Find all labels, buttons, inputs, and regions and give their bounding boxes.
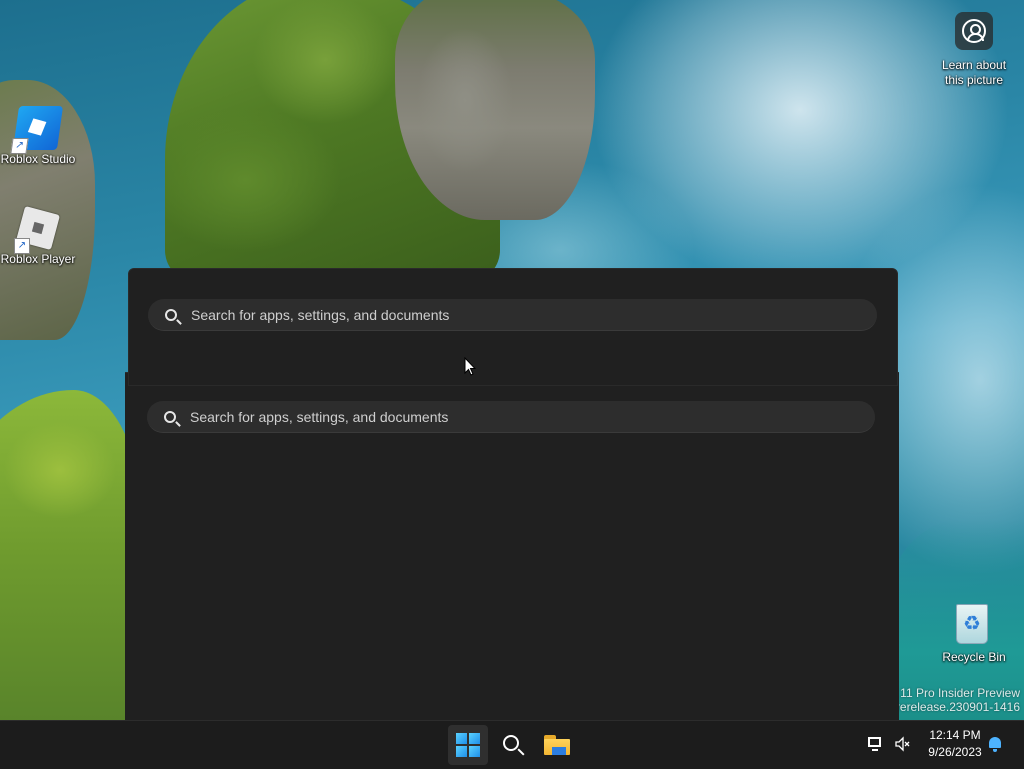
search-input[interactable] — [191, 306, 811, 323]
taskbar-search-button[interactable] — [493, 725, 533, 765]
clock-date: 9/26/2023 — [928, 745, 982, 759]
start-button[interactable] — [448, 725, 488, 765]
learn-about-picture-button[interactable] — [955, 12, 993, 50]
search-box-front[interactable] — [148, 299, 877, 331]
shortcut-arrow-icon: ↗ — [10, 138, 29, 154]
clock-time: 12:14 PM — [929, 728, 981, 742]
search-icon — [164, 410, 176, 423]
volume-button[interactable] — [894, 736, 912, 754]
roblox-player-icon: ↗ — [14, 206, 60, 254]
windows-logo-icon — [456, 733, 480, 757]
search-panel-back — [125, 372, 899, 721]
file-explorer-button[interactable] — [537, 725, 577, 765]
watermark-line-2: prerelease.230901-1416 — [889, 700, 1020, 714]
person-circle-icon — [962, 19, 986, 43]
watermark-line-1: 11 Pro Insider Preview — [900, 686, 1020, 700]
shortcut-arrow-icon: ↗ — [14, 238, 30, 254]
folder-icon — [544, 735, 570, 755]
search-box-back[interactable] — [147, 401, 875, 433]
roblox-studio-icon: ↗ — [10, 106, 64, 154]
taskbar: 12:14 PM 9/26/2023 — [0, 720, 1024, 769]
search-icon — [503, 735, 519, 751]
build-watermark: 11 Pro Insider Preview prerelease.230901… — [889, 686, 1020, 714]
mouse-cursor-icon — [464, 357, 476, 376]
network-button[interactable] — [868, 736, 886, 754]
network-monitor-icon — [868, 737, 881, 751]
wallpaper-hill — [0, 390, 140, 720]
desktop-icon-recycle-bin[interactable]: ♻ Recycle Bin — [936, 598, 1012, 664]
desktop-icon-label: Roblox Studio — [0, 152, 76, 166]
desktop-icon-label: Recycle Bin — [942, 650, 1006, 664]
search-panel-front — [128, 268, 898, 386]
clock-button[interactable]: 12:14 PM 9/26/2023 — [920, 727, 990, 761]
learn-about-picture-label: Learn about this picture — [941, 58, 1007, 87]
desktop-icon-label: Roblox Player — [0, 252, 76, 266]
desktop-icon-roblox-studio[interactable]: ↗ Roblox Studio — [0, 106, 76, 166]
search-input[interactable] — [190, 408, 810, 425]
desktop-icon-roblox-player[interactable]: ↗ Roblox Player — [0, 206, 76, 266]
search-icon — [165, 308, 177, 321]
speaker-muted-icon — [895, 736, 910, 752]
bell-icon[interactable] — [989, 737, 1001, 752]
recycle-bin-icon: ♻ — [956, 604, 992, 648]
